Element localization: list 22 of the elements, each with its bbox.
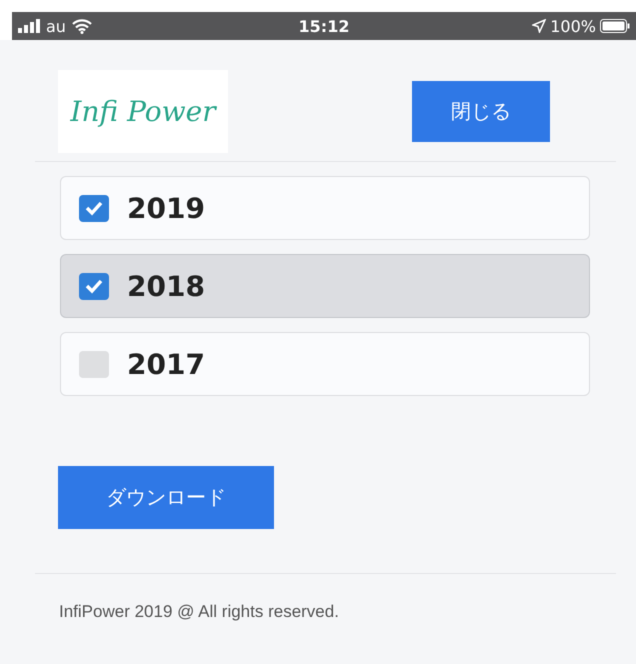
year-option[interactable]: 2018	[60, 254, 590, 318]
close-button[interactable]: 閉じる	[412, 81, 550, 142]
battery-icon	[600, 19, 630, 33]
year-label: 2019	[127, 192, 205, 224]
checkbox[interactable]	[79, 272, 109, 300]
year-label: 2018	[127, 270, 205, 302]
year-option[interactable]: 2019	[60, 176, 590, 240]
signal-icon	[18, 19, 40, 33]
check-icon	[84, 278, 104, 294]
year-label: 2017	[127, 348, 205, 380]
logo: Infi Power	[58, 70, 228, 153]
check-icon	[84, 200, 104, 216]
download-button[interactable]: ダウンロード	[58, 466, 274, 529]
wifi-icon	[72, 18, 92, 34]
clock-time: 15:12	[298, 16, 350, 36]
location-arrow-icon	[532, 19, 546, 33]
checkbox[interactable]	[79, 194, 109, 222]
checkbox[interactable]	[79, 350, 109, 378]
year-option[interactable]: 2017	[60, 332, 590, 396]
copyright-text: InfiPower 2019 @ All rights reserved.	[59, 602, 339, 621]
carrier-name: au	[46, 16, 66, 36]
battery-percent: 100%	[550, 16, 596, 36]
